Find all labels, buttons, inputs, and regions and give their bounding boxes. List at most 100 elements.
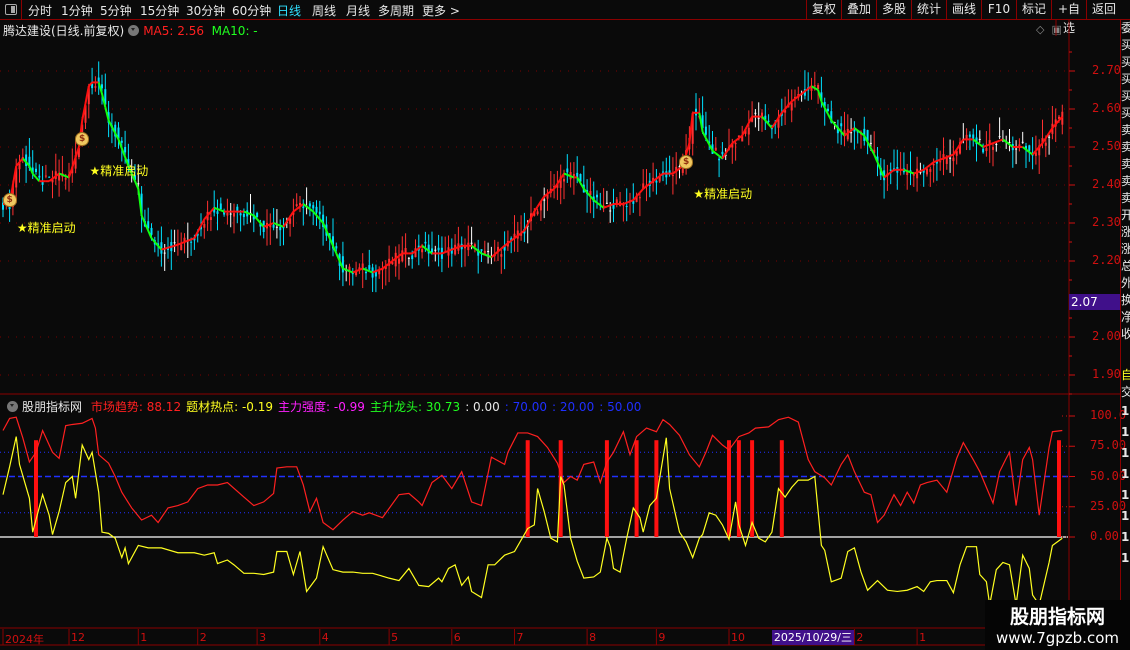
strip-row: 1 — [1121, 488, 1130, 502]
candle-body — [348, 266, 351, 271]
candle-body — [94, 86, 97, 88]
money-bag-icon: $ — [679, 155, 694, 170]
candle-body — [163, 252, 166, 254]
candle-body — [398, 258, 400, 264]
ma-line-segment — [362, 267, 367, 271]
strip-row: 1 — [1121, 467, 1130, 481]
ma-line-segment — [187, 238, 192, 242]
time-label: 1 — [919, 631, 927, 644]
candle-body — [734, 143, 737, 145]
candle-body — [625, 206, 628, 208]
ma-line-segment — [626, 200, 631, 204]
candle-body — [365, 271, 367, 274]
candle-body — [536, 211, 539, 215]
ma-line-segment — [606, 204, 611, 208]
ma-line-segment — [167, 245, 172, 249]
candle-body — [1028, 145, 1031, 151]
ma-line-segment — [359, 267, 364, 271]
ma-line-segment — [266, 223, 271, 227]
ma-line-segment — [910, 171, 915, 175]
candle-body — [500, 254, 503, 257]
candle-body — [407, 257, 410, 259]
candle-body — [401, 250, 404, 262]
candle-body — [101, 84, 103, 89]
ma-line-segment — [906, 170, 911, 174]
indicator-value-4: : 0.00 — [465, 400, 500, 414]
candle-body — [411, 255, 414, 260]
candle-body — [714, 147, 717, 151]
ma-line-segment — [920, 168, 925, 173]
candle-body — [840, 123, 843, 127]
ma-line-segment — [62, 173, 67, 178]
candle-body — [747, 127, 750, 135]
candle-body — [869, 142, 872, 144]
strip-cell: 涨 — [1121, 224, 1130, 241]
time-label: 12 — [71, 631, 85, 644]
candle-body — [216, 211, 219, 214]
indicator-label: 主升龙头 — [369, 400, 418, 414]
signal-bar — [558, 440, 563, 537]
candle-body — [995, 143, 998, 145]
indicator-label: 题材热点 — [186, 400, 235, 414]
signal-label: ★精准启动 — [693, 186, 753, 201]
candle-body — [150, 227, 153, 235]
candle-body — [757, 117, 760, 119]
candle-body — [662, 171, 664, 173]
time-label: 5 — [391, 631, 399, 644]
ma-line-segment — [715, 152, 720, 157]
ma-line-segment — [171, 244, 175, 248]
ma-line-segment — [220, 209, 225, 213]
candle-body — [721, 151, 724, 155]
time-label: 3 — [259, 631, 267, 644]
candle-body — [926, 168, 928, 175]
candle-body — [44, 175, 47, 177]
candle-body — [718, 158, 721, 161]
ma-line-segment — [949, 153, 954, 157]
candle-body — [203, 223, 206, 228]
signal-label: ★精准启动 — [89, 163, 149, 178]
strip-cell: 卖 — [1121, 190, 1130, 207]
strip-row: 1 — [1121, 530, 1130, 544]
strip-cell: 买 — [1121, 88, 1130, 105]
time-label: 2 — [199, 631, 207, 644]
indicator-number: 30.73 — [425, 400, 461, 414]
strip-cell: 买 — [1121, 37, 1130, 54]
time-label: 4 — [321, 631, 329, 644]
ma-line-segment — [345, 268, 350, 273]
candle-body — [754, 112, 757, 114]
candle-body — [308, 203, 311, 207]
time-label: 2 — [856, 631, 864, 644]
indicator-number: 50.00 — [607, 400, 642, 414]
ma-line-segment — [623, 201, 628, 205]
indicator-value-2: 主力强度: -0.99 — [278, 400, 365, 414]
ma-line-segment — [180, 241, 185, 245]
indicator-number: 0.00 — [473, 400, 500, 414]
indicator-number: 70.00 — [512, 400, 547, 414]
candle-body — [226, 212, 229, 216]
ma-line-segment — [161, 247, 165, 251]
ma-line-segment — [184, 239, 189, 243]
strip-cell: 净 — [1121, 309, 1130, 326]
candle-body — [952, 157, 955, 162]
candle-body — [219, 203, 222, 210]
candle-body — [810, 87, 813, 91]
strip-cell: 买 — [1121, 71, 1130, 88]
hot-line — [2, 436, 1063, 607]
time-label: 1 — [140, 631, 148, 644]
candle-body — [279, 226, 282, 231]
strip-cell: 涨 — [1121, 241, 1130, 258]
candle-body — [480, 249, 483, 251]
dropdown-circle-icon[interactable] — [7, 401, 18, 412]
signal-bar — [525, 440, 530, 537]
indicator-value-5: : 70.00 — [504, 400, 547, 414]
chart-canvas[interactable] — [0, 0, 1130, 650]
candle-body — [1048, 136, 1051, 138]
candles — [2, 61, 1064, 293]
ma-line-segment — [570, 175, 575, 179]
strip-cell: 开 — [1121, 207, 1130, 224]
signal-bar — [604, 440, 609, 537]
ma-line-segment — [213, 206, 218, 211]
ma-line-segment — [355, 268, 360, 273]
candle-body — [985, 148, 988, 151]
candle-body — [596, 194, 598, 198]
